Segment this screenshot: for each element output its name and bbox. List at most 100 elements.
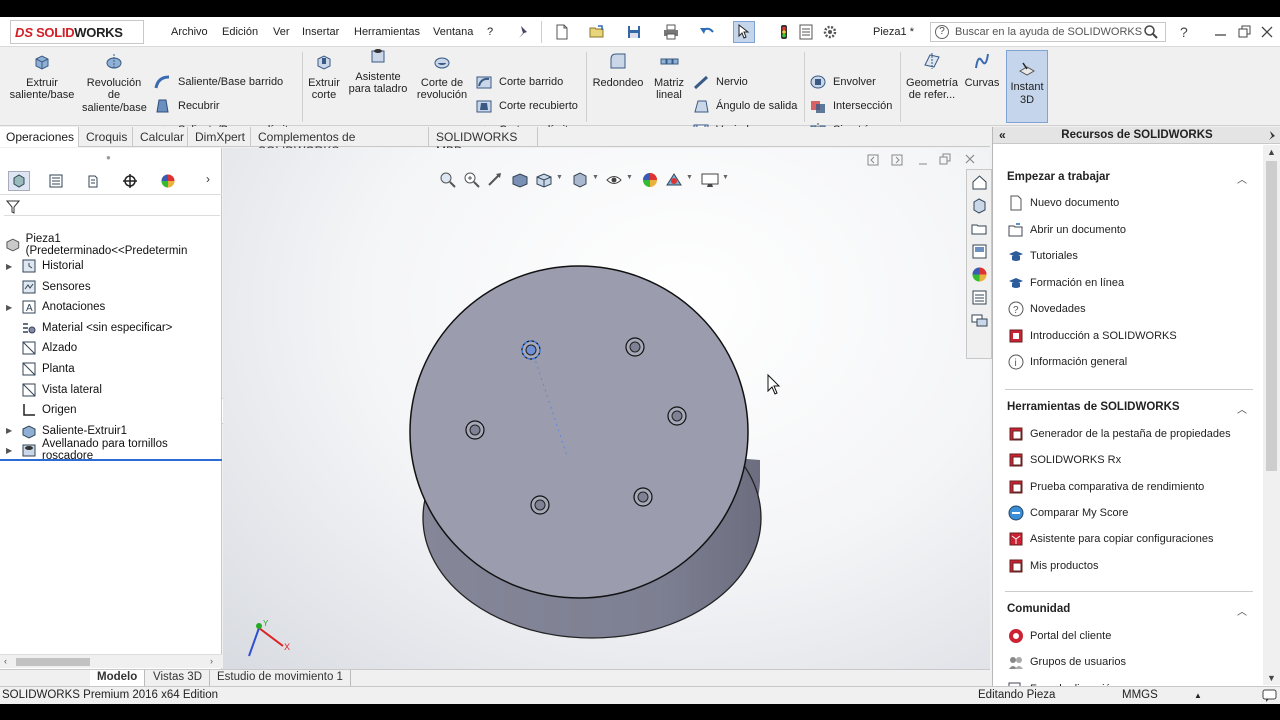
help-icon[interactable]: ? — [1175, 23, 1193, 41]
intersect-button[interactable]: Intersección — [809, 98, 892, 114]
appearances-icon[interactable] — [970, 265, 989, 284]
tree-item-historial[interactable]: ▶ Historial — [0, 256, 222, 276]
tab-vistas-3d[interactable]: Vistas 3D — [146, 670, 211, 686]
open-folder-icon[interactable] — [588, 23, 606, 41]
revolved-cut-button[interactable]: Corte de revolución — [414, 51, 470, 102]
tree-item-origen[interactable]: Origen — [0, 400, 222, 420]
expand-arrow-icon[interactable]: ▶ — [6, 426, 14, 435]
task-pane-scrollbar[interactable]: ▲ ▼ — [1263, 145, 1280, 685]
undo-icon[interactable] — [698, 23, 716, 41]
curves-button[interactable]: Curvas — [963, 51, 1001, 89]
tab-croquis[interactable]: Croquis — [80, 127, 133, 147]
swept-boss-button[interactable]: Saliente/Base barrido — [154, 74, 283, 90]
new-document-icon[interactable] — [553, 23, 571, 41]
resource-link[interactable]: Portal del cliente — [1007, 627, 1111, 645]
countersink-hole[interactable] — [625, 337, 645, 357]
solidworks-logo[interactable]: DS SOLIDWORKS — [10, 20, 144, 44]
extrude-boss-button[interactable]: Extruir saliente/base — [8, 51, 76, 102]
section-header[interactable]: Empezar a trabajar — [1007, 171, 1110, 183]
resource-link[interactable]: Grupos de usuarios — [1007, 653, 1126, 671]
tree-item-anotaciones[interactable]: ▶ A Anotaciones — [0, 297, 222, 317]
design-library-icon[interactable] — [970, 196, 989, 215]
menu-herramientas[interactable]: Herramientas — [354, 26, 420, 38]
search-icon[interactable] — [1143, 24, 1159, 40]
print-icon[interactable] — [662, 23, 680, 41]
close-icon[interactable] — [1258, 23, 1276, 41]
scroll-thumb[interactable] — [1266, 161, 1277, 471]
tab-modelo[interactable]: Modelo — [90, 670, 146, 686]
restore-icon[interactable] — [1236, 23, 1254, 41]
tree-item-sensores[interactable]: Sensores — [0, 277, 222, 297]
countersink-hole[interactable] — [530, 495, 550, 515]
scroll-right-icon[interactable]: › — [210, 656, 213, 666]
scroll-left-icon[interactable]: ‹ — [4, 656, 7, 666]
feature-filter[interactable] — [4, 198, 220, 216]
tree-item-alzado[interactable]: Alzado — [0, 338, 222, 358]
expand-arrow-icon[interactable]: ▶ — [6, 446, 14, 455]
resource-link[interactable]: i Información general — [1007, 353, 1127, 371]
pin-icon[interactable] — [1267, 130, 1278, 141]
propertymanager-tab[interactable] — [45, 171, 67, 191]
countersink-hole[interactable] — [633, 487, 653, 507]
panel-grip[interactable]: ● — [106, 153, 111, 162]
resource-link[interactable]: Generador de la pestaña de propiedades — [1007, 425, 1231, 443]
options-gear-icon[interactable] — [821, 23, 839, 41]
tab-operaciones[interactable]: Operaciones — [0, 127, 79, 147]
resource-link[interactable]: SOLIDWORKS Rx — [1007, 451, 1121, 469]
resource-link[interactable]: Nuevo documento — [1007, 194, 1119, 212]
home-icon[interactable] — [970, 173, 989, 192]
graphics-area[interactable]: ▼ ▼ ▼ ▼ ▼ X Y — [223, 148, 990, 670]
countersink-hole[interactable] — [465, 420, 485, 440]
file-explorer-icon[interactable] — [970, 219, 989, 238]
wrap-button[interactable]: Envolver — [809, 74, 876, 90]
part-model[interactable] — [223, 148, 990, 670]
chevron-up-icon[interactable]: ︿ — [1237, 401, 1247, 416]
forum-icon[interactable] — [970, 311, 989, 330]
view-palette-icon[interactable] — [970, 242, 989, 261]
extruded-cut-button[interactable]: Extruir corte — [303, 51, 345, 102]
rebuild-icon[interactable] — [775, 23, 793, 41]
tab-dimxpert[interactable]: DimXpert — [189, 127, 251, 147]
resource-link[interactable]: Comparar My Score — [1007, 504, 1128, 522]
tab-complementos[interactable]: Complementos de SOLIDWORKS — [252, 127, 429, 158]
resource-link[interactable]: Tutoriales — [1007, 247, 1078, 265]
feedback-icon[interactable] — [1262, 688, 1277, 703]
select-tool-button[interactable] — [733, 21, 755, 43]
expand-arrow-icon[interactable]: ▶ — [6, 303, 14, 312]
featuremanager-tab[interactable] — [8, 171, 30, 191]
tree-root-part[interactable]: Pieza1 (Predeterminado<<Predetermin — [0, 233, 222, 257]
expand-arrow-icon[interactable]: ▶ — [6, 262, 14, 271]
resource-link[interactable]: Abrir un documento — [1007, 221, 1126, 239]
units-selector[interactable]: MMGS — [1122, 689, 1158, 701]
file-properties-icon[interactable] — [797, 23, 815, 41]
rib-button[interactable]: Nervio — [692, 74, 748, 90]
menu-edicion[interactable]: Edición — [222, 26, 258, 38]
countersink-hole[interactable] — [667, 406, 687, 426]
resource-link[interactable]: ? Novedades — [1007, 300, 1086, 318]
chevron-up-icon[interactable]: ▲ — [1194, 691, 1202, 700]
linear-pattern-button[interactable]: Matriz lineal — [650, 51, 688, 102]
tree-item-planta[interactable]: Planta — [0, 359, 222, 379]
configurationmanager-tab[interactable] — [82, 171, 104, 191]
tree-item-material[interactable]: Material <sin especificar> — [0, 318, 222, 338]
resource-link[interactable]: Mis productos — [1007, 557, 1098, 575]
menu-archivo[interactable]: Archivo — [171, 26, 208, 38]
resource-link[interactable]: Prueba comparativa de rendimiento — [1007, 478, 1204, 496]
minimize-icon[interactable] — [1212, 23, 1230, 41]
tab-mbd[interactable]: SOLIDWORKS MBD — [430, 127, 538, 158]
section-header[interactable]: Comunidad — [1007, 603, 1070, 615]
chevron-up-icon[interactable]: ︿ — [1237, 603, 1247, 618]
chevron-up-icon[interactable]: ︿ — [1237, 171, 1247, 186]
menu-help[interactable]: ? — [487, 26, 493, 38]
tree-item-avellanado[interactable]: ▶ Avellanado para tornillos roscadore — [0, 438, 222, 462]
scroll-up-icon[interactable]: ▲ — [1267, 147, 1276, 157]
help-search-input[interactable]: ? Buscar en la ayuda de SOLIDWORKS — [930, 22, 1166, 42]
countersink-hole[interactable] — [521, 340, 541, 360]
tab-estudio-movimiento[interactable]: Estudio de movimiento 1 — [210, 670, 351, 686]
resource-link[interactable]: Formación en línea — [1007, 274, 1124, 292]
swept-cut-button[interactable]: Corte barrido — [475, 74, 563, 90]
revolve-boss-button[interactable]: Revolución de saliente/base — [82, 51, 147, 114]
chevron-right-icon[interactable]: › — [206, 172, 210, 186]
cylinder-top-face[interactable] — [409, 265, 749, 599]
section-header[interactable]: Herramientas de SOLIDWORKS — [1007, 401, 1180, 413]
